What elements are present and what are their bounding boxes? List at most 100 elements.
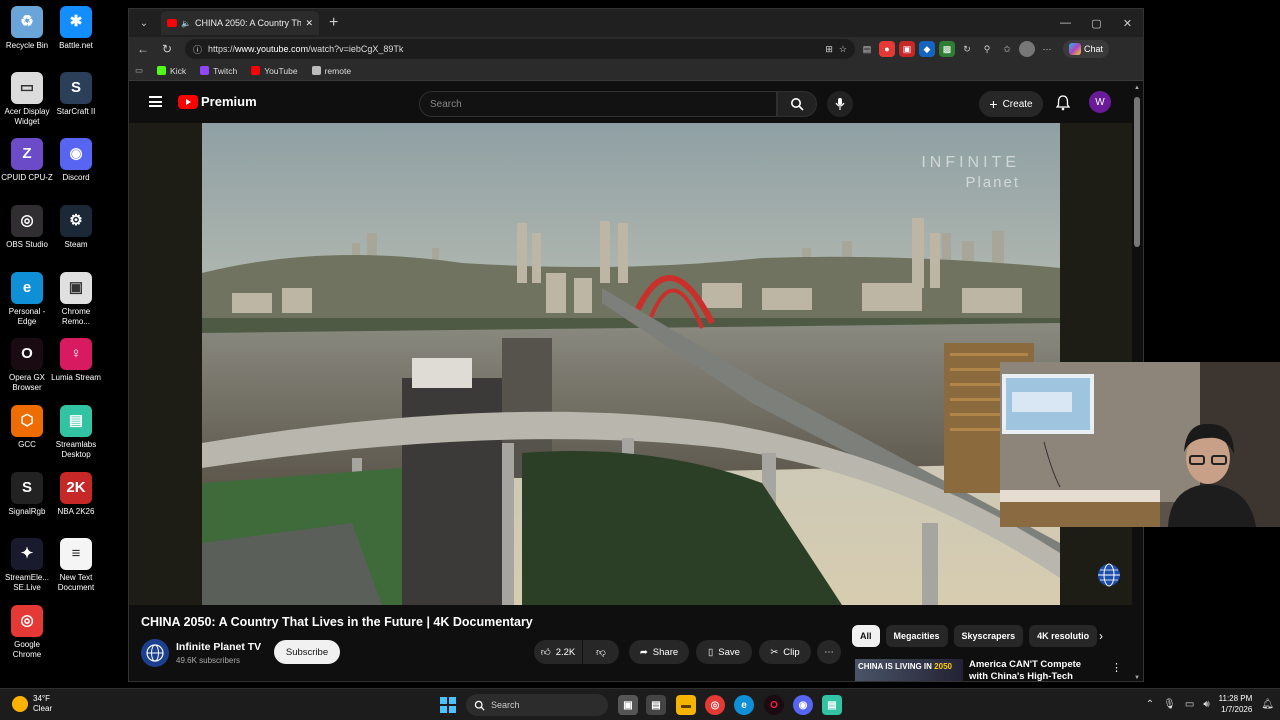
site-info-icon[interactable]: ⓘ [193, 43, 202, 56]
speaker-icon[interactable]: 🔈 [181, 19, 191, 28]
scrollbar-thumb[interactable] [1134, 97, 1140, 247]
filter-chip[interactable]: Skyscrapers [953, 625, 1024, 647]
video-frame[interactable]: INFINITE Planet [202, 123, 1060, 605]
maximize-icon[interactable]: ▢ [1081, 9, 1112, 37]
windows-start-icon[interactable] [440, 697, 456, 713]
close-window-icon[interactable]: ✕ [1112, 9, 1143, 37]
tab-close-icon[interactable]: ✕ [305, 18, 313, 29]
desktop-icon[interactable]: e Personal - Edge [0, 272, 54, 327]
url-field[interactable]: ⓘ https://www.youtube.com/watch?v=iebCgX… [185, 39, 855, 59]
new-tab-icon[interactable]: + [329, 14, 338, 32]
filter-chip[interactable]: 4K resolutio [1029, 625, 1098, 647]
desktop-icon[interactable]: ◉ Discord [49, 138, 103, 183]
channel-name[interactable]: Infinite Planet TV [176, 641, 261, 653]
extension-refresh-icon[interactable]: ↻ [959, 41, 975, 57]
desktop-icon[interactable]: ▤ Streamlabs Desktop [49, 405, 103, 460]
tab-youtube[interactable]: 🔈 CHINA 2050: A Country That L ✕ [161, 11, 319, 35]
app-available-icon[interactable]: ⊞ [825, 44, 833, 55]
channel-avatar[interactable] [141, 639, 169, 667]
weather-widget[interactable]: 34°F Clear [12, 694, 52, 714]
desktop-icon[interactable]: O Opera GX Browser [0, 338, 54, 393]
youtube-logo[interactable]: Premium [178, 94, 257, 109]
microphone-icon[interactable]: 🎙︎ [1163, 699, 1176, 710]
discord-icon[interactable]: ◉ [793, 695, 813, 715]
desktop-icon[interactable]: ◎ Google Chrome [0, 605, 54, 660]
extension-green-icon[interactable]: ▩ [939, 41, 955, 57]
recommended-thumbnail[interactable]: CHINA IS LIVING IN 2050 [855, 659, 963, 681]
recommended-title[interactable]: America CAN'T Compete with China's High-… [969, 659, 1099, 681]
notification-center-icon[interactable]: 🔔︎ [1261, 699, 1274, 710]
tab-title: CHINA 2050: A Country That L [194, 18, 302, 28]
desktop-icon[interactable]: S StarCraft II [49, 72, 103, 117]
desktop-icon[interactable]: ✦ StreamEle... SE.Live [0, 538, 54, 593]
desktop-icon[interactable]: ▣ Chrome Remo... [49, 272, 103, 327]
bookmark-item[interactable]: Kick [157, 66, 186, 76]
extension-blue-icon[interactable]: ◆ [919, 41, 935, 57]
video-player[interactable]: INFINITE Planet [129, 123, 1132, 605]
extensions-puzzle-icon[interactable]: ⚲ [979, 41, 995, 57]
network-icon[interactable]: ▭ [1185, 699, 1194, 710]
extension-red-icon[interactable]: ● [879, 41, 895, 57]
desktop-icon[interactable]: ≡ New Text Document [49, 538, 103, 593]
filter-chip[interactable]: All [852, 625, 880, 647]
favorites-icon[interactable]: ✩ [999, 41, 1015, 57]
desktop-icon[interactable]: Z CPUID CPU-Z [0, 138, 54, 183]
opera-gx-icon[interactable]: O [764, 695, 784, 715]
favorite-star-icon[interactable]: ☆ [839, 44, 847, 55]
search-input[interactable]: Search [419, 91, 777, 117]
save-button[interactable]: ▯ Save [696, 640, 752, 664]
collections-icon[interactable]: ▤ [859, 41, 875, 57]
bookmark-item[interactable]: Twitch [200, 66, 237, 76]
subscribe-button[interactable]: Subscribe [274, 640, 340, 664]
desktop-icon[interactable]: ♀ Lumia Stream [49, 338, 103, 383]
minimize-icon[interactable]: — [1050, 9, 1081, 37]
filter-chip[interactable]: Megacities [885, 625, 948, 647]
desktop-icon[interactable]: ▭ Acer Display Widget [0, 72, 54, 127]
volume-icon[interactable]: 🔊︎ [1203, 699, 1209, 710]
copilot-chat-button[interactable]: Chat [1063, 40, 1110, 58]
desktop-icon-label: GCC [18, 440, 36, 449]
more-actions-button[interactable]: ⋯ [817, 640, 841, 664]
bookmark-item[interactable]: YouTube [251, 66, 298, 76]
chevron-right-icon[interactable]: › [1099, 629, 1103, 643]
back-arrow-icon[interactable]: ← [133, 39, 153, 59]
desktop-icon[interactable]: ⚙ Steam [49, 205, 103, 250]
dislike-button[interactable]: 👎︎ [583, 640, 619, 664]
tray-overflow-chevron-icon[interactable]: ⌃ [1146, 699, 1154, 710]
account-avatar[interactable]: W [1089, 91, 1111, 113]
refresh-icon[interactable]: ↻ [157, 39, 177, 59]
edge-icon[interactable]: e [734, 695, 754, 715]
search-button[interactable] [777, 91, 817, 117]
scroll-down-icon[interactable]: ▼ [1134, 675, 1140, 681]
task-view-icon[interactable]: ▣ [618, 695, 638, 715]
hamburger-menu-icon[interactable] [149, 96, 162, 107]
widgets-icon[interactable]: ▤ [646, 695, 666, 715]
notifications-button[interactable] [1053, 93, 1073, 113]
desktop-icon[interactable]: ◎ OBS Studio [0, 205, 54, 250]
desktop-icon[interactable]: 2K NBA 2K26 [49, 472, 103, 517]
chrome-icon[interactable]: ◎ [705, 695, 725, 715]
bookmark-item[interactable]: remote [311, 66, 351, 76]
scroll-up-icon[interactable]: ▲ [1134, 85, 1140, 91]
taskbar-search[interactable]: Search [466, 694, 608, 716]
create-button[interactable]: + Create [979, 91, 1043, 117]
tab-list-chevron-icon[interactable]: ⌄ [133, 12, 155, 34]
desktop-icon[interactable]: ♻ Recycle Bin [0, 6, 54, 51]
desktop-icon[interactable]: ⬡ GCC [0, 405, 54, 450]
clip-button[interactable]: ✂ Clip [759, 640, 811, 664]
file-explorer-icon[interactable]: ▬ [676, 695, 696, 715]
extension-screen-icon[interactable]: ▣ [899, 41, 915, 57]
profile-avatar-icon[interactable] [1019, 41, 1035, 57]
bookmarks-bar: ▭ Kick Twitch YouTube remote [129, 61, 1143, 81]
bookmark-bar-icon[interactable]: ▭ [135, 65, 143, 76]
share-button[interactable]: ➦ Share [629, 640, 689, 664]
desktop-icon[interactable]: S SignalRgb [0, 472, 54, 517]
recommended-video[interactable]: CHINA IS LIVING IN 2050 America CAN'T Co… [855, 659, 1122, 681]
clock[interactable]: 11:28 PM 1/7/2026 [1219, 693, 1253, 715]
desktop-icon[interactable]: ✱ Battle.net [49, 6, 103, 51]
voice-search-button[interactable] [827, 91, 853, 117]
streamlabs-icon[interactable]: ▤ [822, 695, 842, 715]
more-menu-icon[interactable]: ⋯ [1039, 41, 1055, 57]
recommended-more-icon[interactable]: ⋮ [1111, 661, 1122, 674]
like-button[interactable]: 👍︎ 2.2K [534, 640, 582, 664]
